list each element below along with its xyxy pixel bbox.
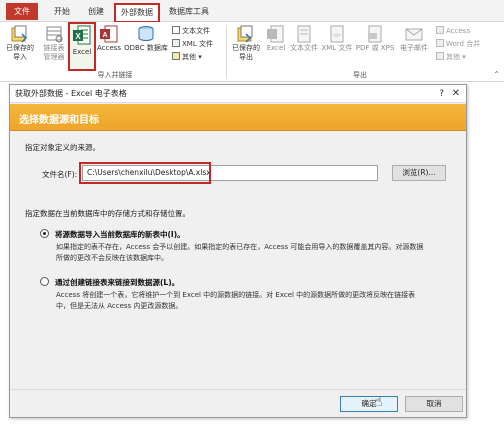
close-icon[interactable]: ✕ (452, 85, 460, 103)
tab-external-data[interactable]: 外部数据 (114, 3, 160, 23)
hand-cursor-icon: ☝ (374, 394, 383, 410)
xml-file-export-icon: </> (330, 25, 344, 43)
import-text-file-label: 文本文件 (182, 27, 210, 35)
link-table-desc-line2: 中，但是无法从 Access 内更改源数据。 (56, 302, 183, 310)
import-new-table-desc-line2: 所做的更改不会反映在该数据库中。 (56, 254, 168, 262)
import-access-button[interactable]: A Access (97, 25, 121, 53)
export-xml-file-label: XML 文件 (321, 44, 353, 52)
export-word-merge-label: Word 合并 (446, 40, 481, 48)
import-xml-file-label: XML 文件 (182, 40, 213, 48)
dialog-title: 获取外部数据 - Excel 电子表格 (10, 85, 466, 103)
pdf-icon (368, 25, 382, 43)
link-table-radio[interactable] (40, 277, 49, 286)
export-group-label: 导出 (353, 71, 367, 79)
saved-imports-button[interactable]: 已保存的 导入 (3, 25, 37, 62)
excel-export-icon (267, 25, 284, 43)
storage-prompt: 指定数据在当前数据库中的存储方式和存储位置。 (25, 209, 190, 218)
chevron-down-icon: ▾ (196, 53, 202, 61)
export-xml-file-button[interactable]: </> XML 文件 (320, 25, 354, 53)
export-more-label: 其他 (446, 53, 460, 61)
import-new-table-label[interactable]: 将源数据导入当前数据库的新表中(I)。 (55, 229, 185, 240)
ribbon-tab-bar: 文件 开始 创建 外部数据 数据库工具 (0, 0, 504, 23)
export-text-file-button[interactable]: 文本文件 (289, 25, 319, 53)
word-icon (436, 39, 444, 47)
file-name-label: 文件名(F): (42, 170, 78, 179)
saved-exports-button[interactable]: 已保存的 导出 (229, 25, 263, 62)
text-file-export-icon (297, 25, 311, 43)
access-export-icon (436, 26, 444, 34)
linked-table-manager-icon (46, 26, 63, 43)
svg-text:A: A (102, 32, 107, 39)
cancel-button[interactable]: 取消 (405, 396, 463, 412)
export-excel-button[interactable]: Excel (264, 25, 288, 53)
link-table-label[interactable]: 通过创建链接表来链接到数据源(L)。 (55, 277, 179, 288)
export-access-button[interactable]: Access (436, 26, 470, 37)
help-icon[interactable]: ? (439, 85, 444, 103)
saved-imports-label: 已保存的 导入 (6, 44, 34, 61)
get-external-data-dialog: 获取外部数据 - Excel 电子表格 ? ✕ 选择数据源和目标 指定对象定义的… (9, 84, 467, 418)
xml-file-icon (172, 39, 180, 47)
dialog-banner: 选择数据源和目标 (10, 104, 466, 131)
import-odbc-button[interactable]: ODBC 数据库 (123, 25, 169, 53)
saved-imports-icon (11, 25, 28, 43)
import-excel-button[interactable]: X Excel (68, 22, 96, 71)
linked-table-manager-button[interactable]: 链接表 管理器 (40, 25, 68, 62)
import-text-file-button[interactable]: 文本文件 (172, 26, 210, 37)
collapse-ribbon-icon[interactable]: ⌃ (493, 70, 500, 79)
tab-database-tools[interactable]: 数据库工具 (165, 4, 213, 19)
import-xml-file-button[interactable]: XML 文件 (172, 39, 213, 50)
chevron-down-icon: ▾ (460, 53, 466, 61)
export-word-merge-button[interactable]: Word 合并 (436, 39, 480, 50)
saved-exports-label: 已保存的 导出 (232, 44, 260, 61)
excel-icon: X (73, 25, 91, 45)
export-excel-label: Excel (266, 44, 286, 52)
import-excel-label: Excel (72, 48, 92, 56)
svg-text:</>: </> (333, 33, 340, 39)
import-new-table-radio[interactable] (40, 229, 49, 238)
text-file-icon (172, 26, 180, 34)
import-access-label: Access (97, 44, 121, 52)
saved-exports-icon (237, 25, 253, 43)
svg-text:X: X (75, 32, 81, 41)
ok-button[interactable]: 确定 (340, 396, 398, 412)
export-email-button[interactable]: 电子邮件 (397, 25, 431, 53)
email-icon (405, 28, 423, 41)
access-icon: A (100, 25, 118, 43)
import-group-label: 导入并链接 (97, 71, 133, 79)
banner-title: 选择数据源和目标 (19, 115, 99, 126)
browse-button[interactable]: 浏览(R)... (392, 165, 446, 181)
link-table-desc-line1: Access 将创建一个表，它将维护一个到 Excel 中的源数据的链接。对 E… (56, 291, 416, 299)
import-more-button[interactable]: 其他 ▾ (172, 52, 202, 63)
export-email-label: 电子邮件 (400, 44, 428, 52)
import-new-table-desc-line1: 如果指定的表不存在，Access 会予以创建。如果指定的表已存在，Access … (56, 243, 424, 251)
ribbon-external-data: 已保存的 导入 链接表 管理器 X Excel A Access ODBC 数据… (0, 22, 504, 82)
source-prompt: 指定对象定义的来源。 (25, 143, 100, 152)
dialog-footer: 确定 取消 ☝ (10, 389, 466, 417)
tab-create[interactable]: 创建 (82, 4, 110, 19)
tab-file[interactable]: 文件 (6, 3, 38, 20)
more-export-icon (436, 52, 444, 60)
export-access-label: Access (446, 27, 470, 35)
group-divider (226, 25, 227, 79)
export-text-file-label: 文本文件 (290, 44, 318, 52)
import-odbc-label: ODBC 数据库 (124, 44, 168, 52)
import-more-label: 其他 (182, 53, 196, 61)
more-icon (172, 52, 180, 60)
odbc-database-icon (138, 26, 154, 41)
file-path-highlight (79, 162, 211, 184)
tab-home[interactable]: 开始 (48, 4, 76, 19)
linked-table-manager-label: 链接表 管理器 (43, 44, 65, 61)
export-pdf-xps-label: PDF 或 XPS (355, 44, 395, 52)
export-pdf-xps-button[interactable]: PDF 或 XPS (355, 25, 395, 53)
export-more-button[interactable]: 其他 ▾ (436, 52, 466, 63)
